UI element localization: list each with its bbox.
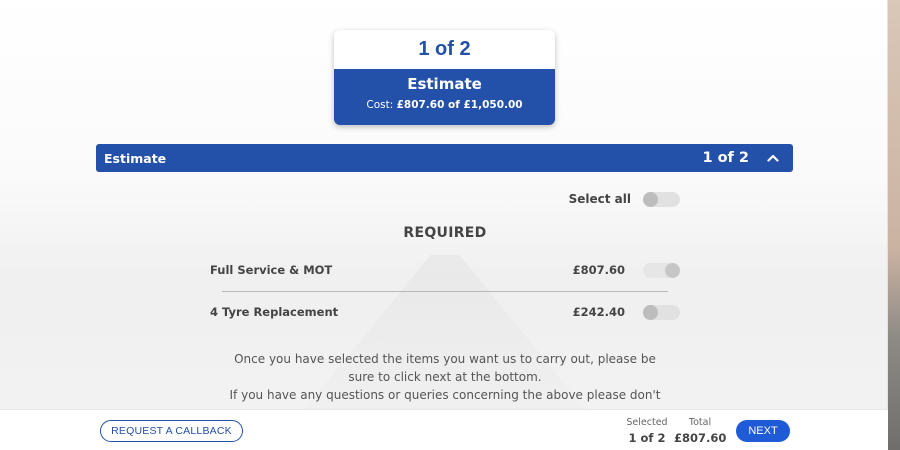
- summary-cost-prefix: Cost:: [366, 99, 397, 111]
- item-name: 4 Tyre Replacement: [210, 305, 339, 319]
- toggle-knob: [665, 262, 680, 278]
- estimate-summary-card: 1 of 2 Estimate Cost: £807.60 of £1,050.…: [334, 30, 555, 125]
- estimate-section-header[interactable]: Estimate 1 of 2: [96, 144, 793, 172]
- summary-details: Estimate Cost: £807.60 of £1,050.00: [334, 69, 555, 125]
- note-line: sure to click next at the bottom.: [348, 370, 542, 384]
- summary-cost: Cost: £807.60 of £1,050.00: [334, 99, 555, 111]
- selected-caption: Selected: [626, 417, 668, 428]
- estimate-section-count: 1 of 2: [702, 150, 749, 166]
- list-item: 4 Tyre Replacement £242.40: [210, 303, 680, 321]
- item-toggle[interactable]: [643, 304, 680, 320]
- item-toggle[interactable]: [643, 262, 680, 278]
- toggle-knob: [643, 304, 658, 320]
- note-line: Once you have selected the items you wan…: [234, 352, 656, 366]
- summary-cost-value: £807.60 of £1,050.00: [396, 99, 523, 111]
- total-value: £807.60: [674, 431, 727, 445]
- select-all-label: Select all: [568, 192, 631, 206]
- summary-progress: 1 of 2: [418, 38, 471, 60]
- total-caption: Total: [688, 417, 712, 428]
- group-heading: REQUIRED: [403, 225, 487, 241]
- summary-title: Estimate: [407, 75, 482, 93]
- footer-bar: REQUEST A CALLBACK Selected 1 of 2 Total…: [0, 409, 888, 450]
- background-edge: [888, 0, 900, 450]
- divider: [222, 291, 668, 292]
- request-callback-button[interactable]: REQUEST A CALLBACK: [100, 420, 243, 442]
- estimate-section-label: Estimate: [104, 150, 167, 166]
- list-item: Full Service & MOT £807.60: [210, 261, 680, 279]
- selected-value: 1 of 2: [628, 431, 666, 445]
- note-line: If you have any questions or queries con…: [229, 388, 661, 402]
- chevron-up-icon[interactable]: [767, 151, 779, 165]
- total-stat: Total £807.60: [674, 417, 726, 445]
- next-button[interactable]: NEXT: [736, 420, 790, 442]
- item-price: £242.40: [572, 305, 625, 319]
- item-price: £807.60: [572, 263, 625, 277]
- select-all-row: Select all: [540, 190, 680, 208]
- instruction-note: Once you have selected the items you wan…: [215, 350, 675, 404]
- select-all-toggle[interactable]: [643, 191, 680, 207]
- toggle-knob: [643, 191, 658, 207]
- item-name: Full Service & MOT: [210, 263, 333, 277]
- selected-stat: Selected 1 of 2: [624, 417, 670, 445]
